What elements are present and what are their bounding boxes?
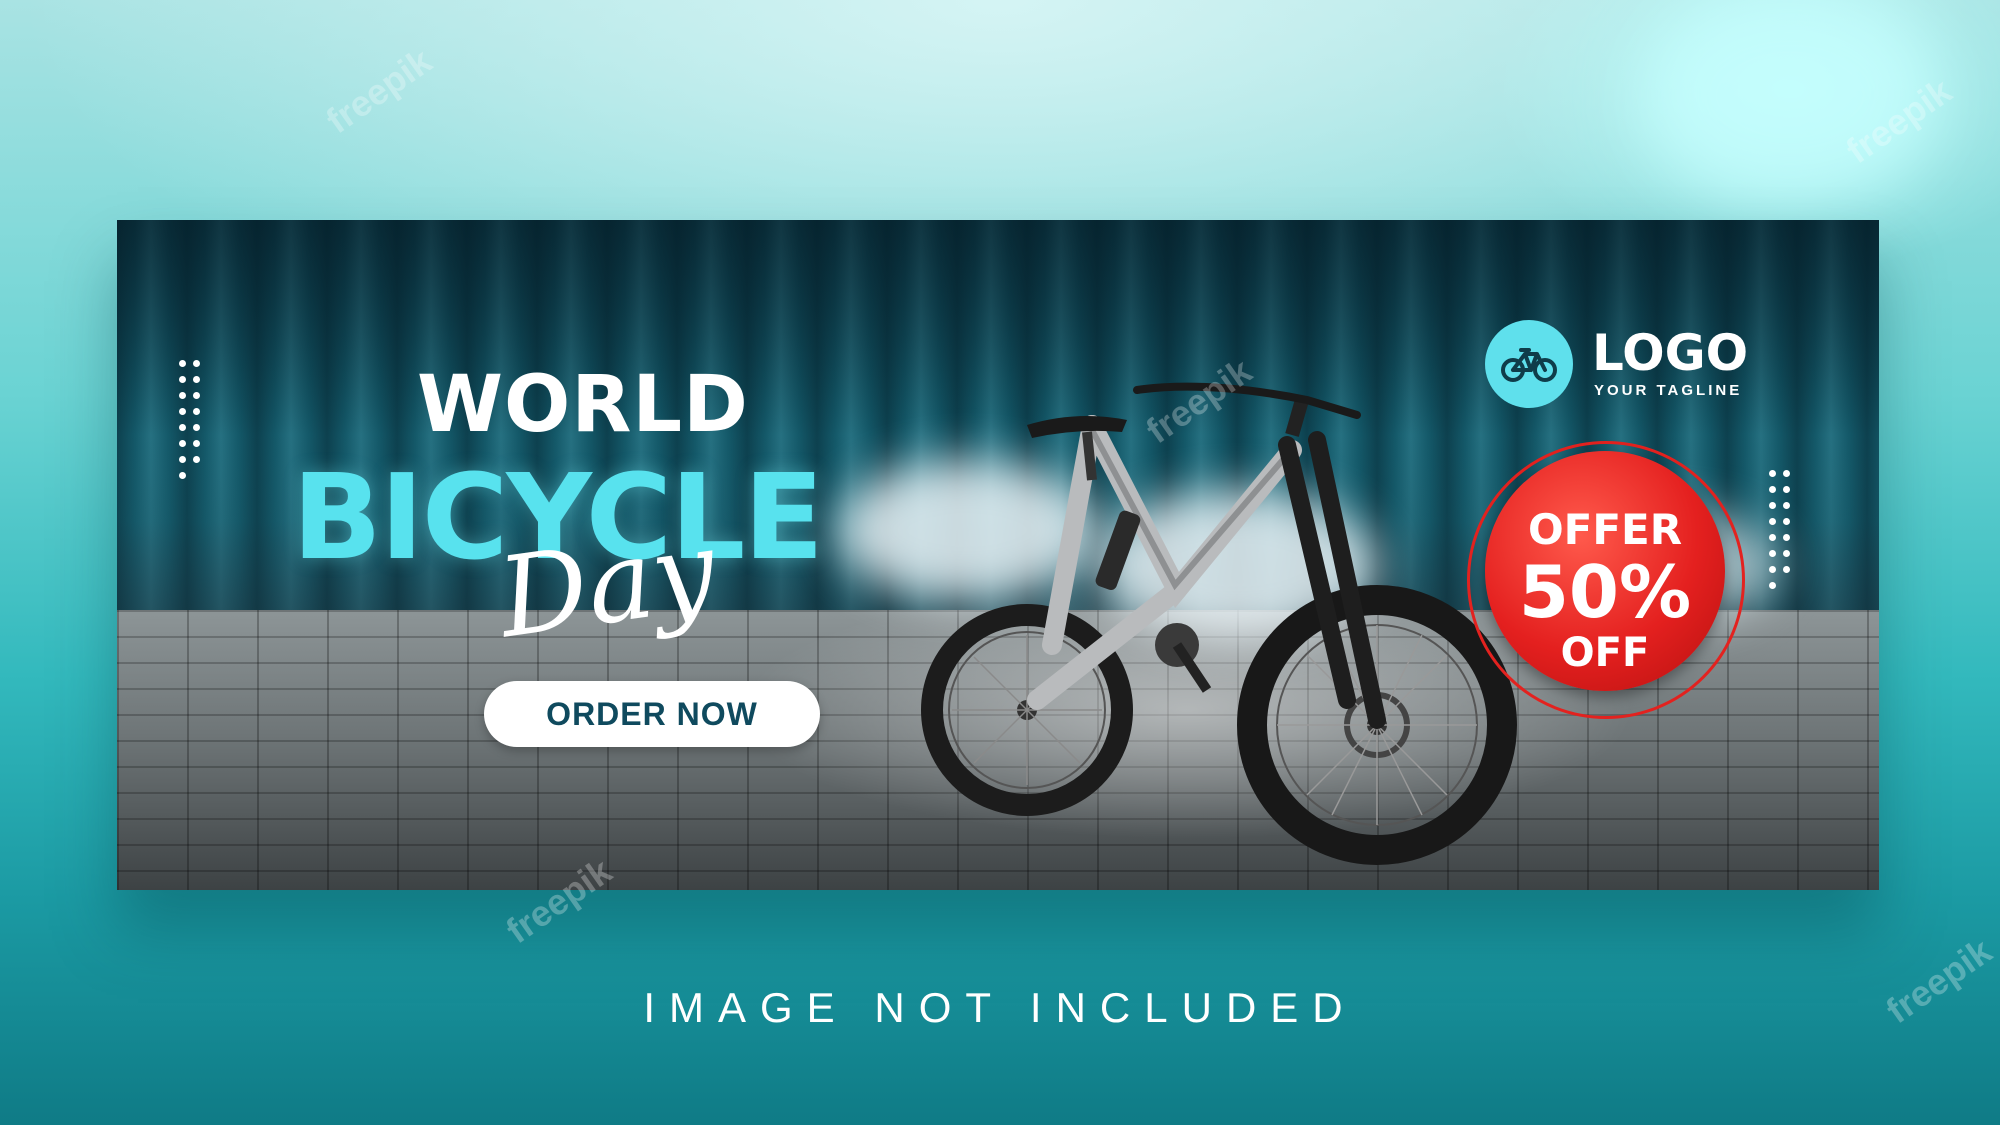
headline-world: WORLD [417,360,749,450]
bicycle-icon [1501,348,1557,382]
logo-badge [1485,320,1573,408]
offer-label: OFFER [1527,505,1683,554]
logo-tagline: YOUR TAGLINE [1594,382,1743,399]
logo-name: LOGO [1592,324,1749,382]
promo-banner: WORLD BICYCLE Day ORDER NOW LOGO YOUR TA… [117,220,1879,890]
image-not-included-note: IMAGE NOT INCLUDED [643,984,1357,1031]
watermark-text: freepik [318,39,439,142]
order-now-button[interactable]: ORDER NOW [484,681,820,747]
poster-stage: WORLD BICYCLE Day ORDER NOW LOGO YOUR TA… [0,0,2000,1125]
offer-off-label: OFF [1560,630,1650,676]
offer-percent: 50% [1518,550,1692,634]
